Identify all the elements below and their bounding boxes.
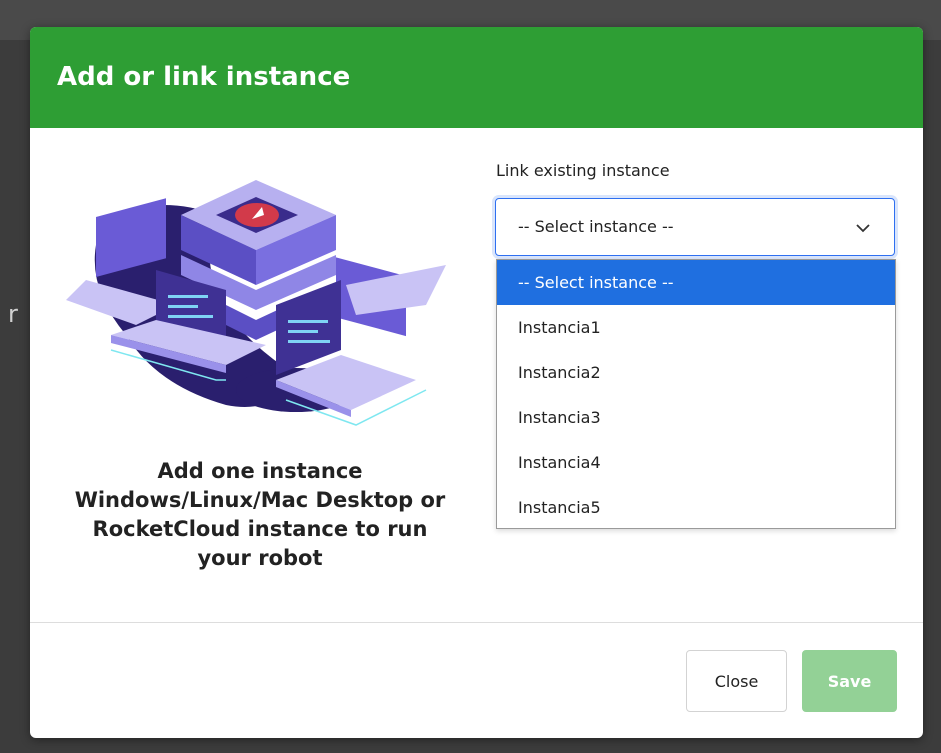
instance-description: Add one instance Windows/Linux/Mac Deskt…: [74, 459, 446, 570]
save-button[interactable]: Save: [802, 650, 897, 712]
modal-title: Add or link instance: [57, 62, 351, 92]
link-instance-label: Link existing instance: [496, 161, 670, 180]
chevron-down-icon: [856, 224, 870, 233]
instance-option-1[interactable]: Instancia1: [497, 305, 895, 350]
add-instance-modal: Add or link instance Add one instance Wi…: [30, 27, 923, 738]
instance-option-placeholder[interactable]: -- Select instance --: [497, 260, 895, 305]
modal-header: Add or link instance: [30, 27, 923, 128]
instance-option-4[interactable]: Instancia4: [497, 440, 895, 485]
close-button[interactable]: Close: [686, 650, 787, 712]
instance-option-3[interactable]: Instancia3: [497, 395, 895, 440]
server-laptops-illustration: [66, 180, 446, 426]
instance-select-value: -- Select instance --: [518, 217, 674, 236]
backdrop-text-fragment: r: [8, 300, 18, 328]
footer-divider: [30, 622, 923, 623]
instance-option-5[interactable]: Instancia5: [497, 485, 895, 530]
instance-option-2[interactable]: Instancia2: [497, 350, 895, 395]
instance-dropdown-list: -- Select instance -- Instancia1 Instanc…: [496, 259, 896, 529]
instance-select[interactable]: -- Select instance --: [495, 198, 895, 256]
